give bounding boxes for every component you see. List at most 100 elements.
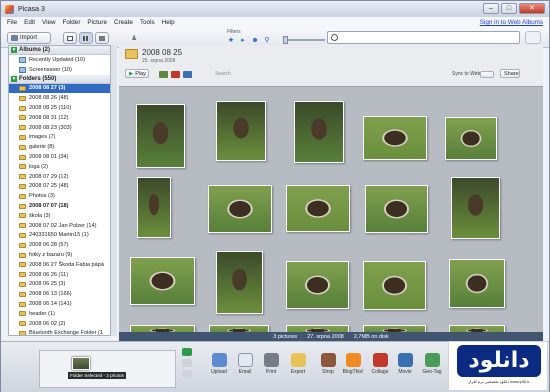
photo-thumbnail[interactable] — [451, 177, 500, 239]
folder-item[interactable]: 2008 08 27 (3) — [9, 83, 110, 94]
web-folder-icon[interactable] — [183, 71, 192, 78]
maximize-button[interactable]: □ — [501, 3, 517, 14]
photo-thumbnail[interactable] — [365, 185, 428, 233]
email-button[interactable]: Email — [232, 353, 258, 375]
close-button[interactable]: ✕ — [519, 3, 545, 14]
movie-folder-icon[interactable] — [171, 71, 180, 78]
clear-icon[interactable] — [182, 359, 192, 367]
album-icon — [19, 56, 26, 63]
import-button[interactable]: Import — [7, 32, 51, 44]
people-button[interactable]: ♟ — [127, 32, 139, 44]
window-controls: – □ ✕ — [483, 3, 545, 14]
sign-in-link[interactable]: Sign in to Web Albums — [480, 19, 543, 26]
menu-file[interactable]: File — [7, 19, 17, 26]
folder-item[interactable]: images (7) — [9, 133, 110, 143]
star-filter-icon[interactable]: ★ — [227, 37, 235, 45]
folders-header[interactable]: ▾ Folders (550) — [9, 74, 110, 84]
shop-label: Shop — [322, 369, 334, 375]
menu-help[interactable]: Help — [162, 19, 175, 26]
minimize-button[interactable]: – — [483, 3, 499, 14]
menu-edit[interactable]: Edit — [24, 19, 35, 26]
geotag-button[interactable]: Geo-Tag — [419, 353, 445, 375]
folder-item[interactable]: 2008 08 23 (303) — [9, 123, 110, 133]
photo-thumbnail[interactable] — [286, 261, 349, 309]
albums-header[interactable]: ▾ Albums (2) — [9, 46, 110, 55]
photo-thumbnail[interactable] — [449, 259, 505, 308]
collapse-icon[interactable]: ▾ — [11, 47, 17, 53]
photo-thumbnail[interactable] — [363, 116, 427, 160]
photo-thumbnail[interactable] — [208, 185, 272, 233]
photo-thumbnail[interactable] — [130, 257, 195, 305]
folder-item[interactable]: header (1) — [9, 309, 110, 319]
geotag-filter-icon[interactable]: ⚲ — [263, 37, 271, 45]
photo-thumbnail[interactable] — [363, 261, 426, 310]
photo-thumbnail[interactable] — [286, 185, 350, 232]
folder-item[interactable]: fotky z bazaru (9) — [9, 250, 110, 260]
menu-tools[interactable]: Tools — [140, 19, 155, 26]
folder-item[interactable]: 2008 06 13 (166) — [9, 289, 110, 299]
menu-view[interactable]: View — [42, 19, 56, 26]
search-input[interactable] — [327, 31, 520, 44]
folder-item[interactable]: 2008 07 29 (12) — [9, 172, 110, 182]
photo-thumbnail[interactable] — [137, 177, 171, 238]
video-filter-icon[interactable]: ▸ — [239, 37, 247, 45]
blogthis-button[interactable]: BlogThis! — [340, 353, 366, 375]
folder-item[interactable]: 2008 08 26 (48) — [9, 93, 110, 103]
folder-item[interactable]: galerie (8) — [9, 142, 110, 152]
menu-create[interactable]: Create — [114, 19, 133, 26]
view-library-button[interactable] — [63, 32, 77, 44]
menu-picture[interactable]: Picture — [87, 19, 107, 26]
play-icon: ▶ — [129, 70, 134, 77]
photo-thumbnail[interactable] — [136, 104, 185, 168]
collage-folder-icon[interactable] — [159, 71, 168, 78]
folder-item[interactable]: 2008 06 02 (2) — [9, 319, 110, 329]
export-button[interactable]: Export — [285, 353, 311, 375]
sync-toggle[interactable] — [480, 71, 494, 78]
add-to-album-icon[interactable] — [182, 370, 192, 378]
folder-icon — [19, 154, 26, 160]
folder-item[interactable]: 2008 08 25 (110) — [9, 103, 110, 113]
hold-icon[interactable] — [182, 348, 192, 356]
selected-photo-stack[interactable] — [72, 357, 90, 370]
refresh-button[interactable] — [525, 31, 541, 44]
selection-holder[interactable]: Folder Selected - 3 photos — [39, 350, 176, 388]
folder-item[interactable]: 2008 06 14 (141) — [9, 299, 110, 309]
panel-splitter[interactable] — [111, 45, 117, 336]
folder-item[interactable]: 2008 06 27 Škoda Fabia pápá — [9, 260, 110, 270]
folder-item[interactable]: 2008 06 25 (3) — [9, 280, 110, 290]
share-button[interactable]: Share — [500, 69, 520, 78]
folder-date: 25. srpna 2008 — [142, 58, 176, 64]
folder-item[interactable]: škola (3) — [9, 211, 110, 221]
folder-item[interactable]: 2008 07 25 (48) — [9, 182, 110, 192]
print-button[interactable]: Print — [258, 353, 284, 375]
view-folder-button[interactable] — [79, 32, 93, 44]
shop-button[interactable]: Shop — [315, 353, 341, 375]
folder-item[interactable]: 2008 08 31 (12) — [9, 113, 110, 123]
movie-button[interactable]: Movie — [392, 353, 418, 375]
view-edit-button[interactable] — [95, 32, 109, 44]
date-slider-handle[interactable] — [283, 36, 288, 44]
collapse-icon[interactable]: ▾ — [11, 75, 17, 82]
movie-label: Movie — [398, 369, 412, 375]
folder-item[interactable]: loga (2) — [9, 162, 110, 172]
folder-item[interactable]: 2008 08 01 (34) — [9, 152, 110, 162]
album-item[interactable]: Screensaver (10) — [9, 65, 110, 75]
album-item[interactable]: Recently Updated (10) — [9, 55, 110, 65]
photo-thumbnail[interactable] — [445, 117, 497, 160]
folder-item[interactable]: Bluetooth Exchange Folder (1 — [9, 329, 110, 335]
folder-item[interactable]: 2008 06 28 (57) — [9, 240, 110, 250]
collage-button[interactable]: Collage — [367, 353, 393, 375]
photo-thumbnail[interactable] — [294, 101, 344, 163]
date-filter-slider[interactable] — [283, 36, 325, 44]
people-filter-icon[interactable]: ☻ — [251, 37, 259, 45]
photo-thumbnail[interactable] — [216, 101, 266, 161]
folder-item[interactable]: 2008 07 02 Jan Polzer (14) — [9, 221, 110, 231]
folder-item[interactable]: 240331650 Martin15 (1) — [9, 231, 110, 241]
upload-button[interactable]: Upload — [206, 353, 232, 375]
folder-item[interactable]: Photos (3) — [9, 191, 110, 201]
folder-item[interactable]: 2008 07 07 (18) — [9, 201, 110, 211]
photo-thumbnail[interactable] — [216, 251, 263, 314]
menu-folder[interactable]: Folder — [63, 19, 81, 26]
folder-item[interactable]: 2008 06 26 (11) — [9, 270, 110, 280]
play-button[interactable]: ▶ Play — [125, 69, 149, 78]
